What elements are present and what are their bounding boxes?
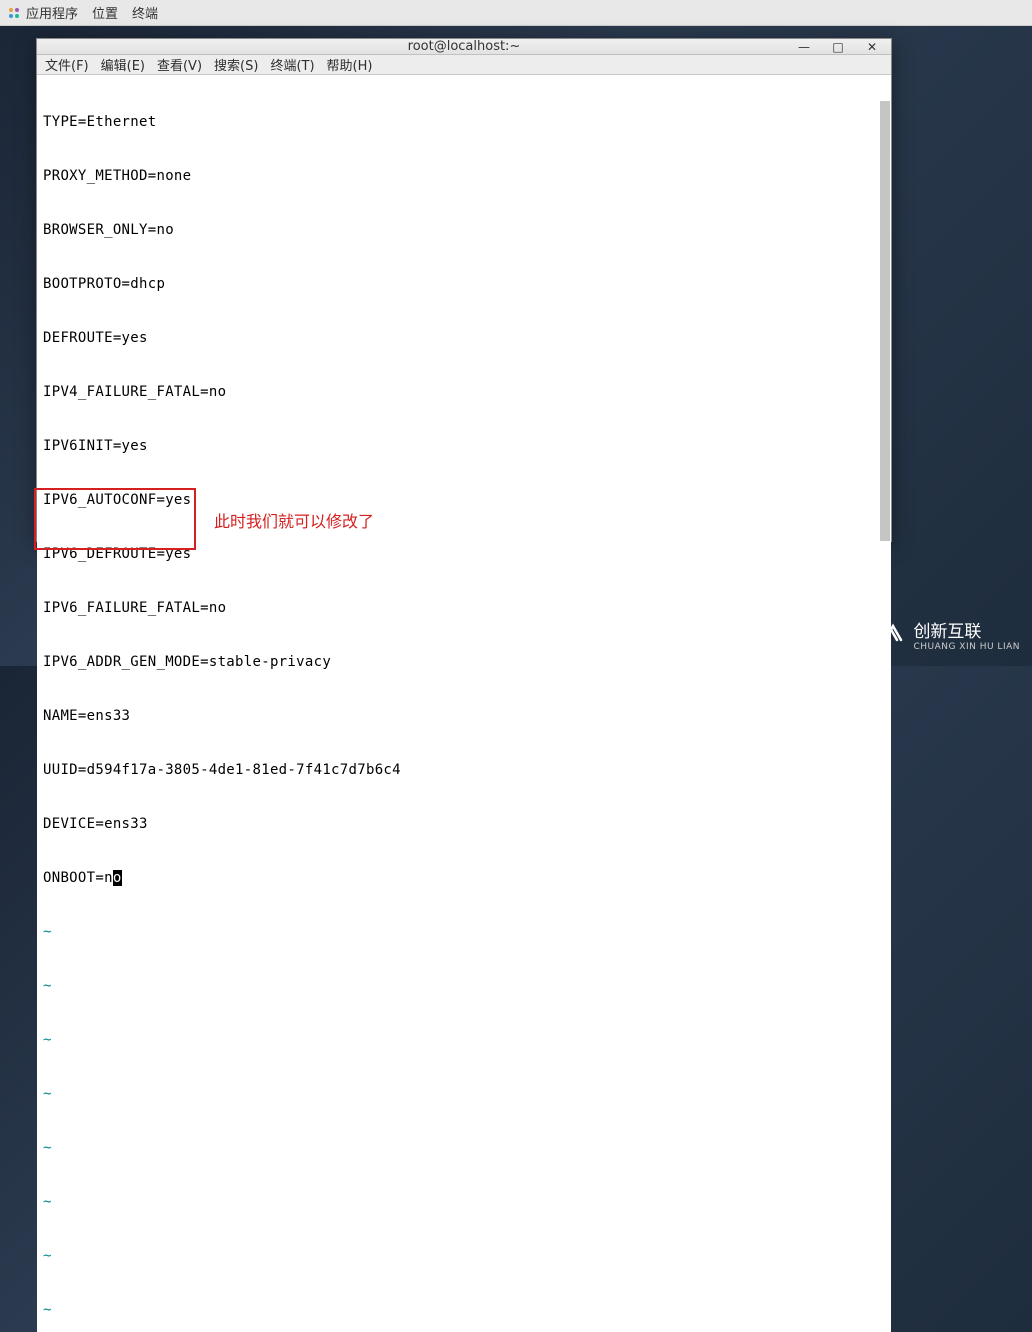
- window-controls: — □ ✕: [791, 39, 885, 54]
- vim-tilde: ~: [43, 1139, 885, 1157]
- file-line: DEVICE=ens33: [43, 815, 885, 833]
- scrollbar-thumb[interactable]: [880, 101, 890, 541]
- menu-file[interactable]: 文件(F): [45, 55, 89, 74]
- vim-tilde: ~: [43, 1193, 885, 1211]
- annotation-text: 此时我们就可以修改了: [214, 508, 374, 532]
- file-line: UUID=d594f17a-3805-4de1-81ed-7f41c7d7b6c…: [43, 761, 885, 779]
- menu-help[interactable]: 帮助(H): [327, 55, 373, 74]
- desktop-top-panel: 应用程序 位置 终端: [0, 0, 1032, 26]
- file-line: IPV6_FAILURE_FATAL=no: [43, 599, 885, 617]
- watermark: 创新互联 CHUANG XIN HU LIAN: [875, 617, 1020, 652]
- window-titlebar[interactable]: root@localhost:~ — □ ✕: [37, 39, 891, 55]
- menu-terminal[interactable]: 终端(T): [270, 55, 314, 74]
- file-line: IPV6_ADDR_GEN_MODE=stable-privacy: [43, 653, 885, 671]
- menu-view[interactable]: 查看(V): [157, 55, 202, 74]
- minimize-button[interactable]: —: [791, 36, 817, 58]
- vim-tilde: ~: [43, 1085, 885, 1103]
- menu-search[interactable]: 搜索(S): [214, 55, 258, 74]
- apps-icon: [6, 5, 22, 21]
- panel-apps[interactable]: 应用程序: [6, 3, 78, 22]
- file-line: IPV4_FAILURE_FATAL=no: [43, 383, 885, 401]
- close-button[interactable]: ✕: [859, 36, 885, 58]
- vim-tilde: ~: [43, 1247, 885, 1265]
- file-line: PROXY_METHOD=none: [43, 167, 885, 185]
- vim-tilde: ~: [43, 1031, 885, 1049]
- watermark-sub: CHUANG XIN HU LIAN: [913, 642, 1020, 652]
- file-line: IPV6_AUTOCONF=yes: [43, 491, 885, 509]
- vim-cursor: o: [113, 870, 122, 886]
- terminal-content[interactable]: TYPE=Ethernet PROXY_METHOD=none BROWSER_…: [37, 75, 891, 1332]
- menu-edit[interactable]: 编辑(E): [101, 55, 145, 74]
- file-line: IPV6INIT=yes: [43, 437, 885, 455]
- terminal-window: root@localhost:~ — □ ✕ 文件(F) 编辑(E) 查看(V)…: [36, 38, 892, 542]
- file-line: NAME=ens33: [43, 707, 885, 725]
- terminal-menubar: 文件(F) 编辑(E) 查看(V) 搜索(S) 终端(T) 帮助(H): [37, 55, 891, 75]
- watermark-name: 创新互联: [913, 617, 1020, 642]
- file-line: BROWSER_ONLY=no: [43, 221, 885, 239]
- panel-apps-label: 应用程序: [26, 3, 78, 22]
- vim-tilde: ~: [43, 977, 885, 995]
- file-line: BOOTPROTO=dhcp: [43, 275, 885, 293]
- panel-places[interactable]: 位置: [92, 3, 118, 22]
- file-line: IPV6_DEFROUTE=yes: [43, 545, 885, 563]
- window-title: root@localhost:~: [408, 39, 521, 54]
- vim-tilde: ~: [43, 1301, 885, 1319]
- file-line: DEFROUTE=yes: [43, 329, 885, 347]
- watermark-logo-icon: [875, 620, 905, 650]
- maximize-button[interactable]: □: [825, 36, 851, 58]
- panel-terminal[interactable]: 终端: [132, 3, 158, 22]
- file-line: TYPE=Ethernet: [43, 113, 885, 131]
- vim-tilde: ~: [43, 923, 885, 941]
- cursor-line: ONBOOT=no: [43, 869, 885, 887]
- terminal-scrollbar[interactable]: [880, 101, 890, 541]
